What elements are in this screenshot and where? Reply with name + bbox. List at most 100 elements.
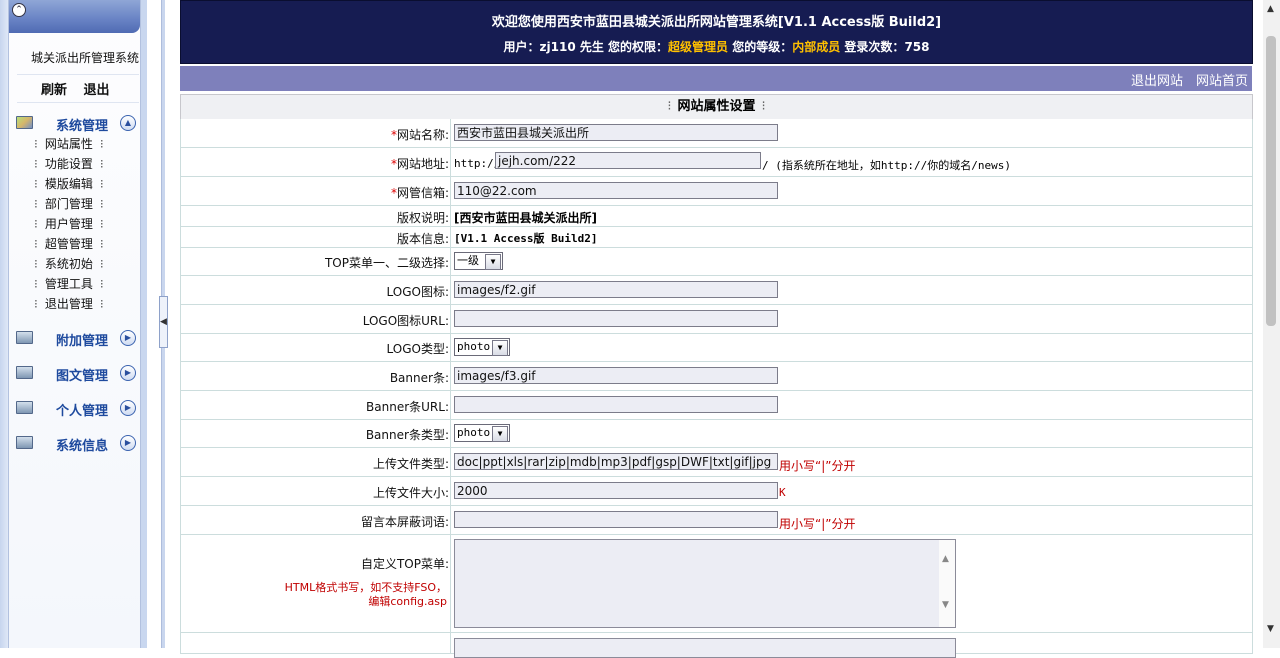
refresh-link[interactable]: 刷新 [41, 83, 67, 98]
banner-url-input[interactable] [454, 396, 778, 413]
role-value: 超级管理员 [668, 40, 729, 54]
row-banner-type: Banner条类型: photo ▼ [180, 420, 1253, 448]
chevron-right-icon[interactable]: ▶ [120, 435, 136, 451]
banner-input[interactable]: images/f3.gif [454, 367, 778, 384]
custom-top-menu-textarea[interactable]: ▲ ▼ [454, 539, 956, 628]
item-dots: ⁝ [99, 297, 104, 311]
divider [450, 391, 451, 419]
divider [450, 206, 451, 226]
sidebar-header: ⌃ [9, 0, 140, 33]
group-system-management[interactable]: 系统管理 ▲ [16, 113, 141, 134]
textarea-scrollbar[interactable]: ▲ ▼ [939, 540, 955, 627]
sidebar-item[interactable]: ⁝ 功能设置 ⁝ [34, 154, 104, 174]
item-dots: ⁝ [34, 137, 38, 151]
divider [450, 448, 451, 476]
level-label: 您的等级： [728, 40, 793, 54]
home-link[interactable]: 网站首页 [1196, 70, 1248, 89]
sidebar-actions: 刷新 退出 [41, 79, 122, 98]
dropdown-arrow-icon: ▼ [492, 426, 508, 442]
row-blocked-words: 留言本屏蔽词语: 用小写“|”分开 [180, 506, 1253, 535]
site-url-input[interactable]: jejh.com/222 [495, 152, 761, 169]
sidebar-panel: ⌃ 城关派出所管理系统 刷新 退出 系统管理 ▲ ⁝ 网站属性 ⁝ ⁝ 功能设置 ⁝ ⁝ 模版… [8, 0, 141, 648]
upload-types-input[interactable]: doc|ppt|xls|rar|zip|mdb|mp3|pdf|gsp|DWF|… [454, 453, 778, 470]
welcome-text: 欢迎您使用西安市蓝田县城关派出所网站管理系统[V1.1 Access版 Buil… [491, 15, 942, 30]
group-personal-management[interactable]: 个人管理 ▶ [16, 398, 141, 419]
upload-size-input[interactable]: 2000 [454, 482, 778, 499]
group-system-info[interactable]: 系统信息 ▶ [16, 433, 141, 454]
divider [450, 276, 451, 304]
label-version: 版本信息: [396, 232, 449, 246]
folder-icon [16, 401, 33, 414]
divider [450, 506, 451, 534]
row-banner: Banner条: images/f3.gif [180, 362, 1253, 391]
blocked-words-input[interactable] [454, 511, 778, 528]
logo-url-input[interactable] [454, 310, 778, 327]
sidebar-item[interactable]: ⁝ 退出管理 ⁝ [34, 294, 104, 314]
scroll-down-icon[interactable]: ▼ [1267, 624, 1274, 634]
banner-type-select[interactable]: photo ▼ [454, 424, 510, 442]
page-scrollbar[interactable]: ▲ ▼ [1263, 0, 1280, 648]
logo-type-select[interactable]: photo ▼ [454, 338, 510, 356]
scroll-down-icon[interactable]: ▼ [942, 600, 949, 610]
item-dots: ⁝ [99, 257, 104, 271]
collapse-arrow-icon[interactable]: ◀ [159, 296, 168, 348]
item-dots: ⁝ [99, 237, 104, 251]
next-textarea[interactable] [454, 638, 956, 658]
admin-email-input[interactable]: 110@22.com [454, 182, 778, 199]
item-dots: ⁝ [99, 137, 104, 151]
sidebar-item-label: 网站属性 [44, 137, 93, 151]
select-value: 一级 [457, 254, 479, 267]
dropdown-arrow-icon: ▼ [485, 254, 501, 270]
group-label: 系统信息 [56, 439, 109, 454]
frame-splitter[interactable]: ◀ [147, 0, 168, 648]
collapse-icon[interactable]: ⌃ [12, 3, 26, 17]
scroll-up-icon[interactable]: ▲ [942, 554, 949, 564]
item-dots: ⁝ [99, 157, 104, 171]
label-banner-url: Banner条URL: [366, 400, 449, 414]
sidebar-item[interactable]: ⁝ 超管管理 ⁝ [34, 234, 104, 254]
label-text: 网站地址: [396, 157, 449, 171]
sidebar-item-label: 功能设置 [44, 157, 93, 171]
row-site-url: *网站地址: http:// jejh.com/222 / (指系统所在地址，如… [180, 148, 1253, 177]
exit-site-link[interactable]: 退出网站 [1131, 70, 1183, 89]
form-title-text: 网站属性设置 [677, 99, 756, 114]
logout-link[interactable]: 退出 [84, 83, 110, 98]
sidebar-item[interactable]: ⁝ 模版编辑 ⁝ [34, 174, 104, 194]
system-name: 城关派出所管理系统 [31, 51, 140, 65]
sidebar-item[interactable]: ⁝ 部门管理 ⁝ [34, 194, 104, 214]
divider [17, 102, 139, 103]
group-addon-management[interactable]: 附加管理 ▶ [16, 328, 141, 349]
label-banner: Banner条: [389, 371, 449, 385]
label-admin-email: *网管信箱: [181, 184, 449, 201]
label-logo: LOGO图标: [386, 285, 450, 299]
group-media-management[interactable]: 图文管理 ▶ [16, 363, 141, 384]
group-label: 系统管理 [56, 119, 109, 134]
nav-bar: 退出网站 网站首页 [180, 66, 1252, 91]
sidebar-item[interactable]: ⁝ 管理工具 ⁝ [34, 274, 104, 294]
divider [450, 248, 451, 275]
item-dots: ⁝ [34, 197, 38, 211]
chevron-right-icon[interactable]: ▶ [120, 365, 136, 381]
label-logo-type: LOGO类型: [386, 342, 450, 356]
row-upload-size: 上传文件大小: 2000 K [180, 477, 1253, 506]
scroll-up-icon[interactable]: ▲ [1267, 4, 1274, 14]
top-menu-level-select[interactable]: 一级 ▼ [454, 252, 503, 270]
title-dots: ⁝ [667, 99, 672, 114]
sidebar-item[interactable]: ⁝ 系统初始 ⁝ [34, 254, 104, 274]
sidebar-item[interactable]: ⁝ 用户管理 ⁝ [34, 214, 104, 234]
chevron-up-icon[interactable]: ▲ [120, 115, 136, 131]
item-dots: ⁝ [99, 177, 104, 191]
scroll-thumb[interactable] [1266, 36, 1276, 326]
item-dots: ⁝ [99, 277, 104, 291]
custom-top-menu-note: HTML格式书写，如不支持FSO，编辑config.asp [284, 581, 447, 608]
label-copyright: 版权说明: [396, 211, 449, 225]
tools-icon [16, 116, 33, 129]
item-dots: ⁝ [34, 177, 38, 191]
sidebar-item[interactable]: ⁝ 网站属性 ⁝ [34, 134, 104, 154]
chevron-right-icon[interactable]: ▶ [120, 400, 136, 416]
chevron-right-icon[interactable]: ▶ [120, 330, 136, 346]
level-value: 内部成员 [792, 40, 841, 54]
site-name-input[interactable]: 西安市蓝田县城关派出所 [454, 124, 778, 141]
logo-input[interactable]: images/f2.gif [454, 281, 778, 298]
row-site-name: *网站名称: 西安市蓝田县城关派出所 [180, 119, 1253, 148]
